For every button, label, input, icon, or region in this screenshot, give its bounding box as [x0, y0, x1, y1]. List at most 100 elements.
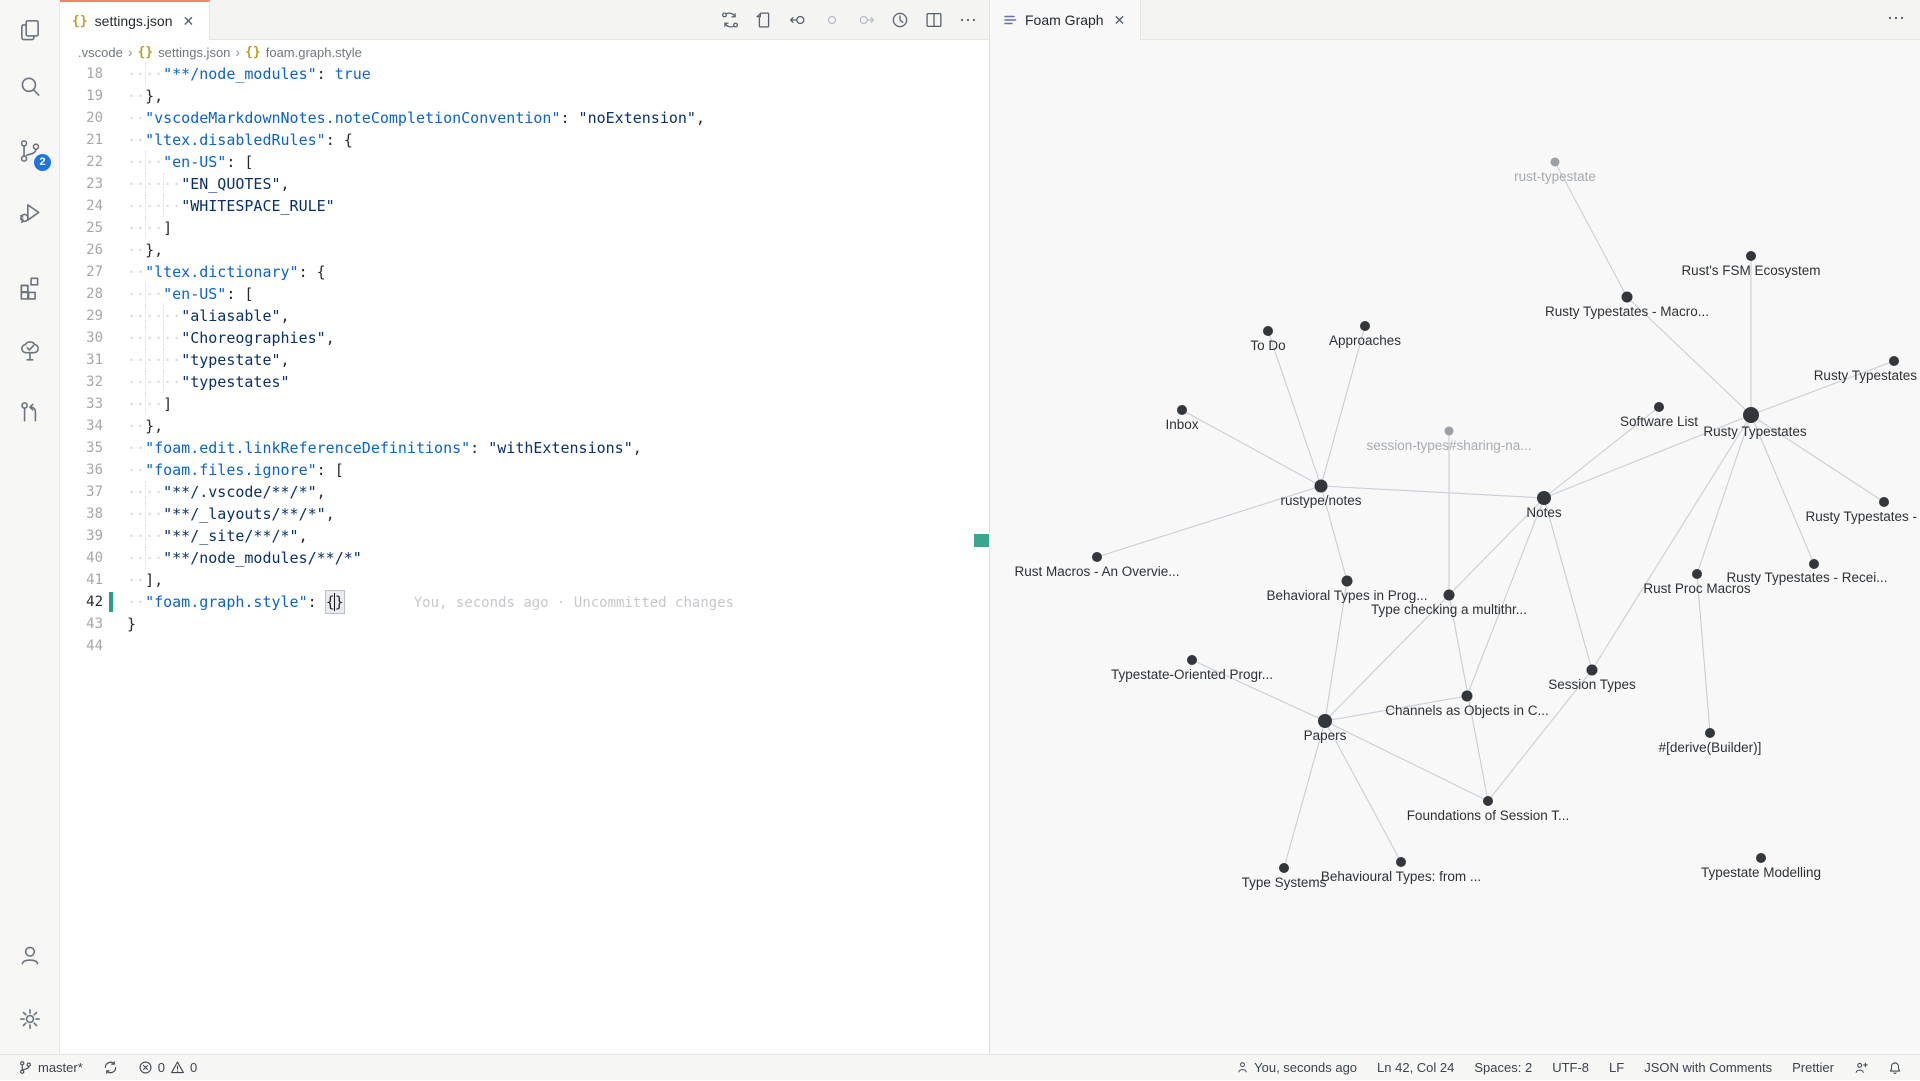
graph-node-label[interactable]: Rusty Typestates [1703, 424, 1807, 439]
open-changes-icon[interactable] [715, 5, 745, 35]
code-line[interactable]: 30······"Choreographies", [60, 327, 989, 349]
breadcrumb-symbol[interactable]: foam.graph.style [266, 45, 362, 60]
code-line[interactable]: 18····"**/node_modules": true [60, 63, 989, 85]
more-actions-icon[interactable] [953, 5, 983, 35]
encoding-item[interactable]: UTF-8 [1544, 1055, 1597, 1081]
graph-node-rustype[interactable] [1315, 480, 1328, 493]
code-line[interactable]: 37····"**/.vscode/**/*", [60, 481, 989, 503]
tab-close-icon[interactable]: ✕ [179, 12, 197, 31]
graph-node-label[interactable]: Papers [1304, 728, 1347, 743]
graph-node-label[interactable]: Rusty Typestates - Macro... [1545, 304, 1709, 319]
graph-node-rt-right1[interactable] [1889, 356, 1899, 366]
timeline-icon[interactable] [885, 5, 915, 35]
code-editor[interactable]: 18····"**/node_modules": true19··},20··"… [60, 63, 989, 1054]
graph-node-todo[interactable] [1263, 326, 1273, 336]
code-line[interactable]: 29······"aliasable", [60, 305, 989, 327]
graph-node-label[interactable]: session-types#sharing-na... [1366, 438, 1531, 453]
feedback-item[interactable] [1846, 1055, 1876, 1081]
graph-node-derive[interactable] [1705, 728, 1715, 738]
run-debug-icon[interactable] [0, 187, 60, 239]
graph-node-label[interactable]: To Do [1250, 338, 1285, 353]
graph-node-label[interactable]: Session Types [1548, 677, 1636, 692]
code-line[interactable]: 35··"foam.edit.linkReferenceDefinitions"… [60, 437, 989, 459]
code-line[interactable]: 39····"**/_site/**/*", [60, 525, 989, 547]
language-mode-item[interactable]: JSON with Comments [1636, 1055, 1780, 1081]
graph-node-fsm[interactable] [1746, 251, 1756, 261]
code-line[interactable]: 22····"en-US": [ [60, 151, 989, 173]
graph-node-label[interactable]: Inbox [1165, 417, 1198, 432]
tab-foam-graph[interactable]: Foam Graph ✕ [990, 0, 1141, 40]
graph-node-tso[interactable] [1187, 655, 1197, 665]
graph-node-label[interactable]: Software List [1620, 414, 1698, 429]
code-line[interactable]: 21··"ltex.disabledRules": { [60, 129, 989, 151]
code-line[interactable]: 25····] [60, 217, 989, 239]
graph-node-rt-right2[interactable] [1879, 497, 1889, 507]
graph-node-label[interactable]: Typestate-Oriented Progr... [1111, 667, 1273, 682]
graph-node-rustmacros[interactable] [1092, 552, 1102, 562]
code-line[interactable]: 27··"ltex.dictionary": { [60, 261, 989, 283]
graph-node-label[interactable]: rustype/notes [1280, 493, 1361, 508]
previous-change-icon[interactable] [783, 5, 813, 35]
graph-node-label[interactable]: Behavioural Types: from ... [1321, 869, 1481, 884]
graph-node-label[interactable]: Foundations of Session T... [1407, 808, 1570, 823]
code-line[interactable]: 19··}, [60, 85, 989, 107]
indentation-item[interactable]: Spaces: 2 [1466, 1055, 1540, 1081]
graph-node-recei[interactable] [1809, 559, 1819, 569]
problems-status-item[interactable]: 0 0 [130, 1055, 205, 1081]
graph-node-papers[interactable] [1318, 714, 1332, 728]
graph-node-label[interactable]: Typestate Modelling [1701, 865, 1821, 880]
code-line[interactable]: 44 [60, 635, 989, 657]
code-line[interactable]: 28····"en-US": [ [60, 283, 989, 305]
graph-node-inbox[interactable] [1177, 405, 1187, 415]
graph-node-label[interactable]: Rust Proc Macros [1643, 581, 1751, 596]
graph-node-macro[interactable] [1622, 292, 1633, 303]
eol-item[interactable]: LF [1601, 1055, 1632, 1081]
graph-node-sessiontypes[interactable] [1587, 665, 1598, 676]
code-line[interactable]: 24······"WHITESPACE_RULE" [60, 195, 989, 217]
formatter-item[interactable]: Prettier [1784, 1055, 1842, 1081]
graph-node-label[interactable]: Behavioral Types in Prog... [1266, 588, 1427, 603]
code-line[interactable]: 32······"typestates" [60, 371, 989, 393]
notifications-item[interactable] [1880, 1055, 1910, 1081]
extensions-icon[interactable] [0, 261, 60, 313]
graph-node-label[interactable]: Rust Macros - An Overvie... [1014, 564, 1179, 579]
graph-node-label[interactable]: Type checking a multithr... [1371, 602, 1527, 617]
breadcrumb-file[interactable]: settings.json [158, 45, 230, 60]
code-line[interactable]: 41··], [60, 569, 989, 591]
graph-node-software[interactable] [1654, 402, 1664, 412]
code-line[interactable]: 26··}, [60, 239, 989, 261]
graph-node-behfrom[interactable] [1396, 857, 1406, 867]
code-line[interactable]: 20··"vscodeMarkdownNotes.noteCompletionC… [60, 107, 989, 129]
graph-node-rust-typestate[interactable] [1551, 158, 1560, 167]
github-pull-requests-icon[interactable] [0, 386, 60, 438]
sync-status-item[interactable] [95, 1055, 126, 1081]
graph-node-label[interactable]: Rusty Typestates [1814, 368, 1918, 383]
graph-node-label[interactable]: Rusty Typestates - [1805, 509, 1917, 524]
graph-node-label[interactable]: Notes [1526, 505, 1562, 520]
panel-close-icon[interactable]: ✕ [1111, 11, 1129, 30]
account-icon[interactable] [0, 929, 60, 981]
graph-node-label[interactable]: Type Systems [1242, 875, 1327, 890]
cursor-position-item[interactable]: Ln 42, Col 24 [1369, 1055, 1462, 1081]
graph-node-label[interactable]: Approaches [1329, 333, 1401, 348]
code-line[interactable]: 34··}, [60, 415, 989, 437]
settings-gear-icon[interactable] [0, 993, 60, 1045]
graph-node-channels[interactable] [1462, 691, 1473, 702]
code-line[interactable]: 38····"**/_layouts/**/*", [60, 503, 989, 525]
graph-node-approaches[interactable] [1360, 321, 1370, 331]
graph-node-label[interactable]: #[derive(Builder)] [1659, 740, 1762, 755]
code-line[interactable]: 31······"typestate", [60, 349, 989, 371]
graph-node-label[interactable]: Channels as Objects in C... [1385, 703, 1549, 718]
code-line[interactable]: 43} [60, 613, 989, 635]
panel-more-icon[interactable]: ⋯ [1887, 8, 1906, 29]
graph-node-label[interactable]: Rust's FSM Ecosystem [1681, 263, 1820, 278]
graph-node-hub[interactable] [1743, 407, 1759, 423]
code-line[interactable]: 23······"EN_QUOTES", [60, 173, 989, 195]
graph-node-typesystems[interactable] [1279, 863, 1289, 873]
foam-graph-canvas[interactable]: rust-typestateRust's FSM EcosystemRusty … [990, 40, 1920, 1054]
breadcrumb-folder[interactable]: .vscode [78, 45, 123, 60]
search-icon[interactable] [0, 61, 60, 113]
split-editor-icon[interactable] [919, 5, 949, 35]
code-line[interactable]: 42··"foam.graph.style": {}You, seconds a… [60, 591, 989, 613]
graph-node-rustproc[interactable] [1692, 569, 1702, 579]
